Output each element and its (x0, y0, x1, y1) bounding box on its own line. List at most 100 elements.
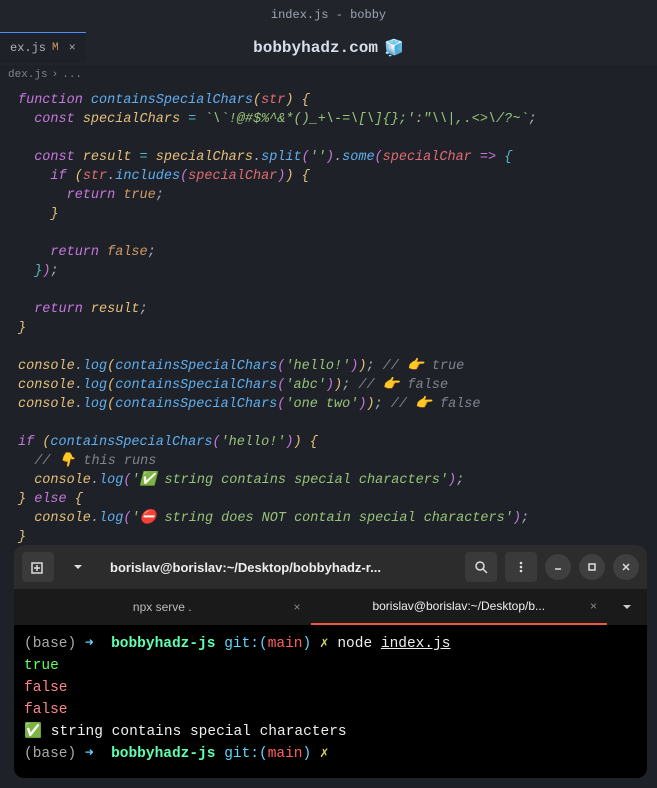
code-token: includes (115, 169, 180, 184)
editor-tab-bar: ex.js M × bobbyhadz.com 🧊 (0, 30, 657, 65)
code-token: true (123, 188, 155, 203)
code-token: 'abc' (285, 378, 326, 393)
tab-close-icon[interactable]: × (69, 41, 76, 55)
terminal-title: borislav@borislav:~/Desktop/bobbyhadz-r.… (102, 560, 457, 575)
chevron-down-icon (73, 562, 83, 572)
term-text: git:( (224, 636, 268, 652)
breadcrumb[interactable]: dex.js › ... (0, 65, 657, 85)
term-text: index.js (381, 636, 451, 652)
term-text: ) (303, 746, 312, 762)
term-text: main (268, 636, 303, 652)
code-token: log (99, 511, 123, 526)
menu-button[interactable] (505, 552, 537, 582)
code-token: log (83, 378, 107, 393)
code-token: '✅ string contains special characters' (131, 473, 448, 488)
term-text: bobbyhadz-js (111, 636, 215, 652)
code-token: console (34, 473, 91, 488)
code-token: if (18, 435, 34, 450)
term-text: bobbyhadz-js (111, 746, 215, 762)
code-token: str (261, 93, 285, 108)
breadcrumb-more: ... (62, 69, 82, 81)
code-token: 'one two' (285, 397, 358, 412)
dropdown-button[interactable] (62, 552, 94, 582)
code-token: 'hello!' (221, 435, 286, 450)
maximize-button[interactable] (579, 554, 605, 580)
term-text: ➜ (85, 746, 94, 762)
breadcrumb-sep: › (52, 69, 59, 81)
code-token: if (50, 169, 66, 184)
code-token: specialChar (383, 150, 472, 165)
watermark: bobbyhadz.com 🧊 (253, 38, 404, 58)
terminal-window: borislav@borislav:~/Desktop/bobbyhadz-r.… (14, 545, 647, 778)
plus-tab-icon (31, 560, 45, 574)
code-token: else (34, 492, 66, 507)
cube-icon: 🧊 (384, 38, 404, 58)
term-text: ) (303, 636, 312, 652)
code-token: return (34, 302, 83, 317)
code-token: 'hello!' (285, 359, 350, 374)
code-token: console (34, 511, 91, 526)
minimize-button[interactable] (545, 554, 571, 580)
term-text: ✗ (320, 746, 329, 762)
terminal-tab[interactable]: npx serve . × (14, 589, 311, 625)
code-token: return (50, 245, 99, 260)
window-title: index.js - bobby (271, 8, 386, 22)
search-icon (474, 560, 488, 574)
code-token: log (83, 397, 107, 412)
code-token: result (91, 302, 140, 317)
code-token: const (34, 112, 75, 127)
minimize-icon (553, 562, 563, 572)
term-text: (base) (24, 636, 76, 652)
term-text: git:( (224, 746, 268, 762)
terminal-header: borislav@borislav:~/Desktop/bobbyhadz-r.… (14, 545, 647, 589)
code-token: specialChars (83, 112, 180, 127)
breadcrumb-file: dex.js (8, 69, 48, 81)
code-comment: // 👉️ false (391, 397, 481, 412)
kebab-icon (514, 560, 528, 574)
editor-area[interactable]: function containsSpecialChars(str) { con… (0, 85, 657, 553)
code-token: return (67, 188, 116, 203)
code-token: result (83, 150, 132, 165)
code-token: containsSpecialChars (115, 397, 277, 412)
term-output: ✅ string contains special characters (24, 724, 347, 740)
code-comment: // 👇️ this runs (34, 454, 156, 469)
code-token: containsSpecialChars (115, 359, 277, 374)
term-output: false (24, 702, 68, 718)
code-token: containsSpecialChars (115, 378, 277, 393)
terminal-tab-close-icon[interactable]: × (590, 599, 597, 613)
term-text: node (337, 636, 372, 652)
code-token: specialChars (156, 150, 253, 165)
editor-tab[interactable]: ex.js M × (0, 32, 86, 63)
code-token: console (18, 359, 75, 374)
code-token: '⛔️ string does NOT contain special char… (131, 511, 512, 526)
watermark-text: bobbyhadz.com (253, 39, 378, 57)
code-token: split (261, 150, 302, 165)
code-token: containsSpecialChars (91, 93, 253, 108)
close-button[interactable] (613, 554, 639, 580)
code-token: '' (310, 150, 326, 165)
tab-filename: ex.js (10, 41, 46, 55)
code-token: function (18, 93, 83, 108)
code-token: console (18, 397, 75, 412)
terminal-tab-bar: npx serve . × borislav@borislav:~/Deskto… (14, 589, 647, 625)
term-text: (base) (24, 746, 76, 762)
tab-modified-indicator: M (52, 42, 59, 54)
maximize-icon (587, 562, 597, 572)
code-token: str (83, 169, 107, 184)
search-button[interactable] (465, 552, 497, 582)
code-token: false (107, 245, 148, 260)
terminal-tab-dropdown[interactable] (607, 589, 647, 625)
code-token: const (34, 150, 75, 165)
code-token: containsSpecialChars (50, 435, 212, 450)
terminal-tab-close-icon[interactable]: × (293, 600, 300, 614)
terminal-tab-active[interactable]: borislav@borislav:~/Desktop/b... × (311, 589, 608, 625)
title-bar: index.js - bobby (0, 0, 657, 30)
code-comment: // 👉️ false (358, 378, 448, 393)
code-token: specialChar (188, 169, 277, 184)
terminal-body[interactable]: (base) ➜ bobbyhadz-js git:(main) ✗ node … (14, 625, 647, 778)
code-comment: // 👉️ true (383, 359, 465, 374)
window-controls (545, 554, 639, 580)
term-text: main (268, 746, 303, 762)
new-tab-button[interactable] (22, 552, 54, 582)
code-token: `\`!@#$%^&*()_+\-=\[\]{};':"\\|,.<>\/?~` (204, 112, 528, 127)
